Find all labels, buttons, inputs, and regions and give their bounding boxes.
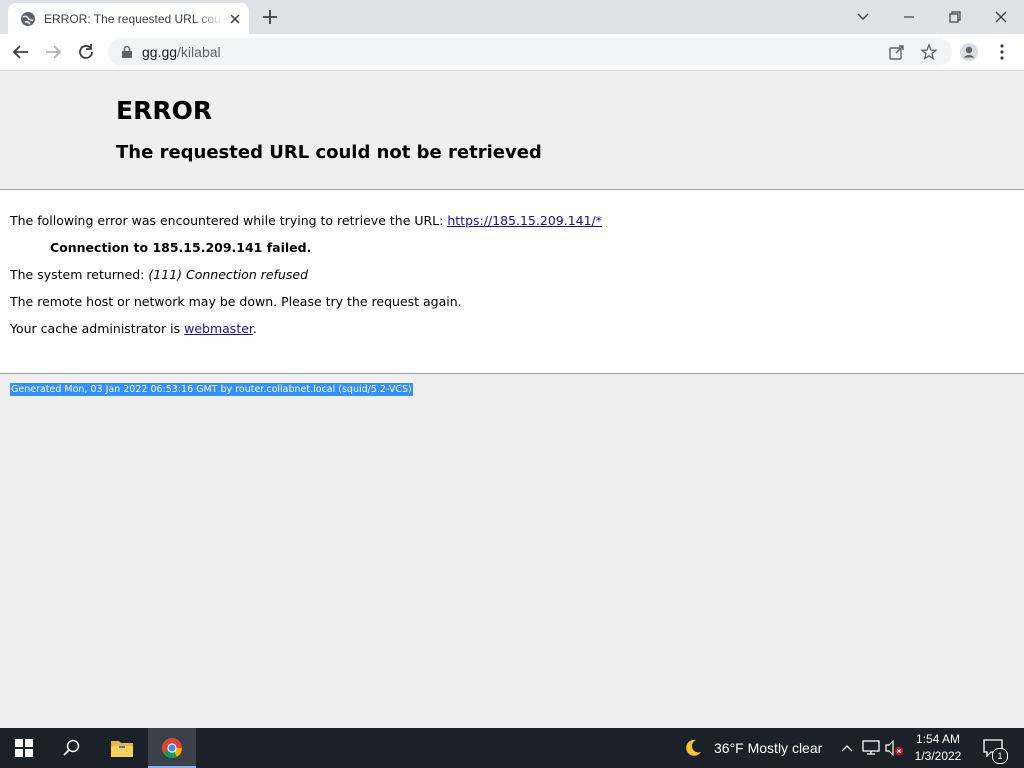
lock-icon[interactable] (120, 45, 134, 59)
page-subtitle: The requested URL could not be retrieved (116, 142, 542, 163)
error-url-prefix: The following error was encountered whil… (10, 213, 448, 228)
folder-icon (111, 741, 133, 757)
minimize-icon (904, 16, 914, 18)
clock-date[interactable]: 1/3/2022 (908, 749, 968, 763)
system-returned-value: (111) Connection refused (148, 267, 308, 282)
url-host: gg.gg (142, 44, 178, 60)
cache-admin-suffix: . (252, 321, 257, 336)
chrome-taskbar-button[interactable] (148, 728, 196, 768)
cache-admin-line: Your cache administrator is webmaster. (10, 321, 257, 336)
error-url-link[interactable]: https://185.15.209.141/* (447, 213, 602, 228)
close-window-button[interactable] (978, 0, 1024, 34)
reload-icon (79, 44, 93, 59)
profile-icon (960, 43, 978, 61)
moon-icon[interactable] (683, 738, 703, 758)
chevron-down-icon (857, 13, 869, 20)
tab-title: ERROR: The requested URL could not be re… (44, 12, 222, 26)
notification-badge: 1 (992, 748, 1008, 764)
error-header: ERROR The requested URL could not be ret… (0, 71, 1024, 190)
cache-admin-prefix: Your cache administrator is (10, 321, 185, 336)
taskbar: 36°F Mostly clear 1:54 AM 1/3/2022 1 (0, 728, 1024, 768)
chevron-up-icon[interactable] (840, 741, 854, 755)
forward-arrow-icon (46, 45, 62, 59)
address-bar[interactable]: gg.gg/kilabal (108, 38, 952, 66)
search-icon (63, 739, 80, 756)
page-content: ERROR The requested URL could not be ret… (0, 71, 1024, 728)
star-icon[interactable] (920, 43, 938, 61)
system-returned-prefix: The system returned: (10, 267, 149, 282)
webmaster-link[interactable]: webmaster (184, 321, 253, 336)
share-icon[interactable] (888, 43, 906, 61)
page-title: ERROR (116, 96, 213, 125)
more-vert-icon (1000, 44, 1004, 60)
back-button[interactable] (8, 39, 34, 65)
clock-time[interactable]: 1:54 AM (908, 732, 968, 746)
search-button[interactable] (48, 728, 96, 768)
globe-icon (21, 12, 35, 26)
url-path: /kilabal (177, 44, 221, 60)
error-url-line: The following error was encountered whil… (10, 213, 602, 228)
browser-titlebar: ERROR: The requested URL could not be re… (0, 0, 1024, 34)
restore-icon (949, 11, 961, 23)
restore-button[interactable] (932, 0, 978, 34)
forward-button[interactable] (40, 39, 66, 65)
file-explorer-button[interactable] (98, 728, 146, 768)
connection-failed-text: Connection to 185.15.209.141 failed. (50, 240, 312, 255)
browser-tab[interactable]: ERROR: The requested URL could not be re… (8, 3, 249, 34)
close-icon (995, 11, 1007, 23)
volume-muted-icon[interactable] (884, 740, 904, 756)
minimize-button[interactable] (886, 0, 932, 34)
weather-text[interactable]: 36°F Mostly clear (714, 740, 822, 756)
chrome-icon (162, 738, 183, 759)
network-icon[interactable] (862, 740, 880, 756)
windows-logo-icon (15, 739, 33, 757)
start-button[interactable] (0, 728, 48, 768)
menu-button[interactable] (989, 39, 1015, 65)
back-arrow-icon (12, 45, 28, 59)
remote-host-message: The remote host or network may be down. … (10, 294, 462, 309)
close-tab-icon[interactable] (227, 11, 243, 27)
url-text[interactable]: gg.gg/kilabal (142, 44, 221, 60)
generated-footer: Generated Mon, 03 Jan 2022 06:53:16 GMT … (10, 383, 413, 396)
tab-search-button[interactable] (840, 0, 886, 34)
system-returned-line: The system returned: (111) Connection re… (10, 267, 308, 282)
profile-button[interactable] (956, 39, 982, 65)
error-body: The following error was encountered whil… (0, 190, 1024, 374)
browser-toolbar: gg.gg/kilabal (0, 34, 1024, 71)
new-tab-icon[interactable] (260, 7, 280, 27)
reload-button[interactable] (73, 39, 99, 65)
